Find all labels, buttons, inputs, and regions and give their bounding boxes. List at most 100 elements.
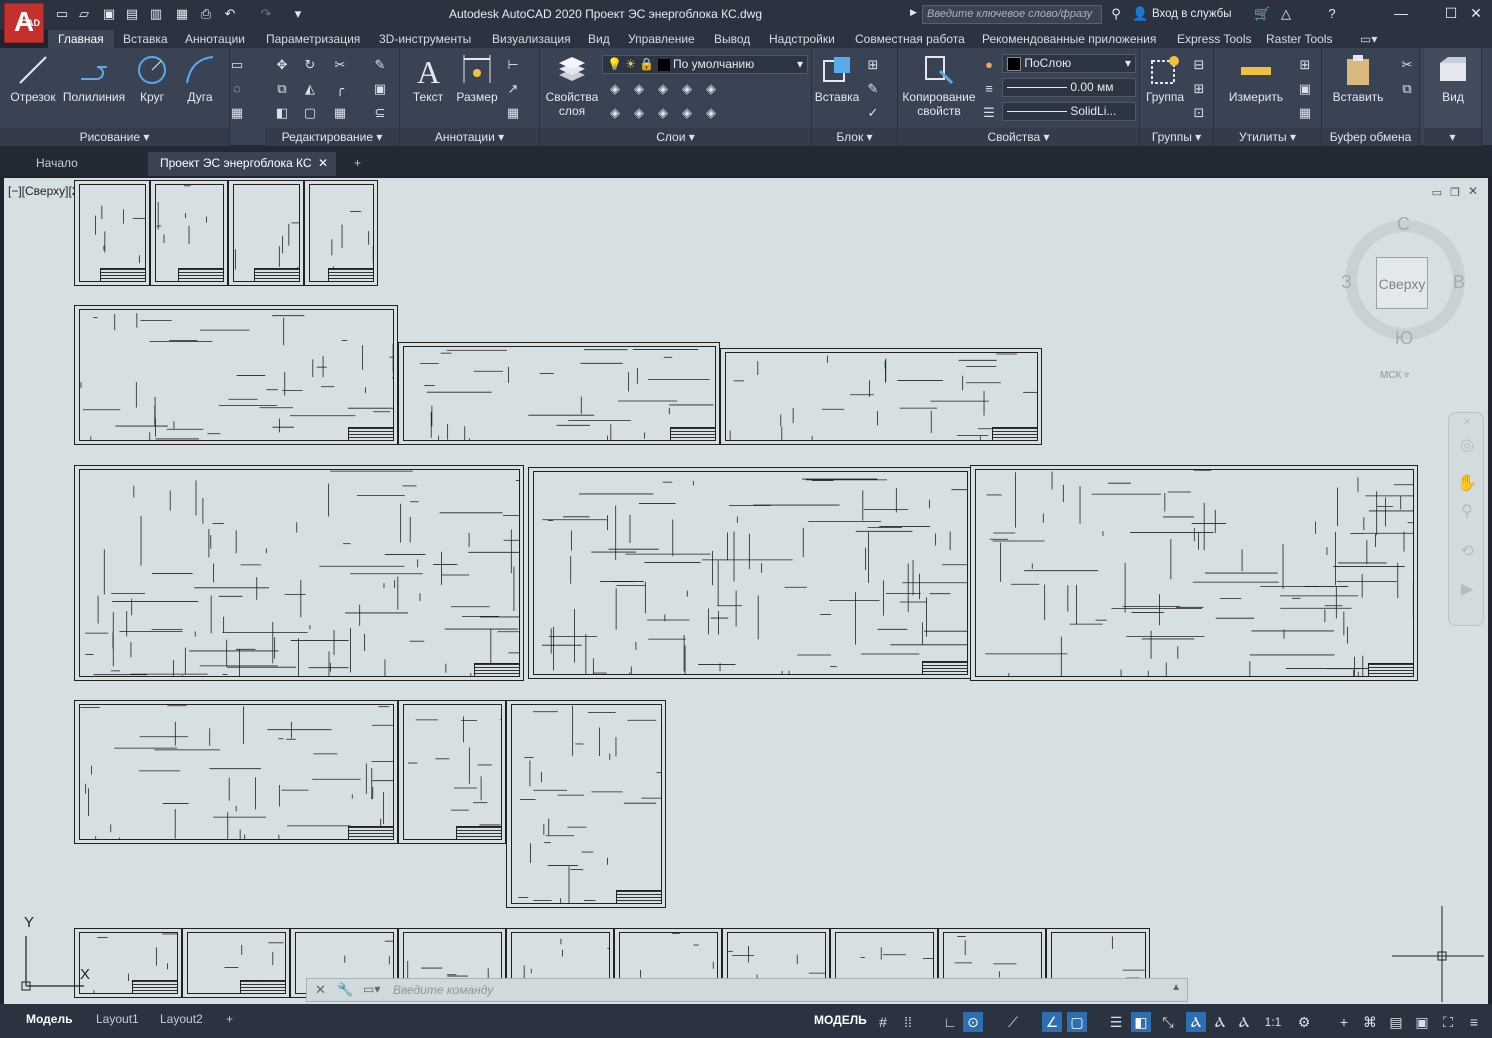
- panel-title-groups[interactable]: Группы ▾: [1140, 128, 1213, 146]
- panel-title-clipboard[interactable]: Буфер обмена: [1322, 128, 1419, 146]
- view-button[interactable]: Вид: [1430, 53, 1476, 104]
- drawing-sheet[interactable]: [970, 465, 1418, 681]
- signin-link[interactable]: Вход в службы: [1152, 8, 1232, 20]
- layer-tool-4-icon[interactable]: ◈: [678, 80, 696, 98]
- tab-start[interactable]: Начало: [24, 152, 90, 176]
- layout-tab-model[interactable]: Модель: [18, 1010, 80, 1028]
- polar-icon[interactable]: ⊙: [963, 1012, 983, 1032]
- drawing-sheet[interactable]: [228, 180, 304, 286]
- open-web-icon[interactable]: ▥: [148, 6, 164, 22]
- line-button[interactable]: Отрезок: [8, 53, 58, 104]
- insert-block-button[interactable]: Вставка: [814, 53, 860, 104]
- arc-button[interactable]: Дуга: [180, 53, 220, 104]
- move-icon[interactable]: ✥: [273, 56, 291, 74]
- layout-tab-2[interactable]: Layout2: [152, 1010, 211, 1028]
- group-select-icon[interactable]: ⊡: [1190, 104, 1208, 122]
- undo-icon[interactable]: ↶: [222, 6, 238, 22]
- color-dropdown[interactable]: ПоСлою ▾: [1002, 54, 1136, 73]
- search-expand-icon[interactable]: ▶: [910, 7, 917, 18]
- layer-dropdown[interactable]: 💡 ☀ 🔒 По умолчанию ▾: [602, 55, 808, 74]
- command-input[interactable]: Введите команду: [393, 983, 493, 997]
- quick-properties-icon[interactable]: ▤: [1386, 1012, 1406, 1032]
- copy-clip-icon[interactable]: ⧉: [1398, 80, 1416, 98]
- quick-select-icon[interactable]: ⊞: [1296, 56, 1314, 74]
- tab-annotate[interactable]: Аннотации: [185, 32, 245, 46]
- orbit-icon[interactable]: ⟲: [1457, 541, 1477, 561]
- wcs-dropdown[interactable]: МСК ▿: [1380, 370, 1424, 386]
- help-icon[interactable]: ?: [1324, 6, 1340, 22]
- binoculars-icon[interactable]: ⚲: [1108, 6, 1124, 22]
- layer-tool-1-icon[interactable]: ◈: [606, 80, 624, 98]
- annotation-scale-value[interactable]: 1:1: [1258, 1012, 1288, 1032]
- panel-title-modify[interactable]: Редактирование ▾: [265, 128, 399, 146]
- measure-button[interactable]: Измерить: [1222, 53, 1290, 104]
- drawing-sheet[interactable]: [74, 305, 398, 445]
- linear-dim-icon[interactable]: ⊢: [504, 56, 522, 74]
- viewcube[interactable]: Сверху С Ю З В: [1335, 210, 1475, 370]
- calculator-icon[interactable]: ▦: [1296, 104, 1314, 122]
- customize-toolbar-icon[interactable]: ▾: [290, 6, 306, 22]
- drawing-sheet[interactable]: [398, 700, 506, 844]
- cmd-customize-icon[interactable]: 🔧: [337, 982, 353, 998]
- leader-icon[interactable]: ↗: [504, 80, 522, 98]
- array-icon[interactable]: ▦: [331, 104, 349, 122]
- drawing-sheet[interactable]: [720, 348, 1042, 445]
- save-web-icon[interactable]: ▦: [174, 6, 190, 22]
- application-menu-button[interactable]: A CAD: [4, 3, 44, 43]
- panel-title-properties[interactable]: Свойства ▾: [898, 128, 1139, 146]
- tab-manage[interactable]: Управление: [628, 32, 695, 46]
- offset-icon[interactable]: ⊆: [371, 104, 389, 122]
- layer-tool-2-icon[interactable]: ◈: [630, 80, 648, 98]
- navbar-close-icon[interactable]: ✕: [1457, 417, 1477, 437]
- cart-icon[interactable]: 🛒: [1254, 6, 1270, 22]
- compass-west[interactable]: З: [1341, 272, 1352, 293]
- cmd-close-icon[interactable]: ✕: [315, 982, 326, 998]
- ortho-icon[interactable]: ∟: [940, 1012, 960, 1032]
- panel-title-layers[interactable]: Слои ▾: [540, 128, 811, 146]
- layer-tool-7-icon[interactable]: ◈: [630, 104, 648, 122]
- hardware-acceleration-icon[interactable]: ▣: [1412, 1012, 1432, 1032]
- drawing-sheet[interactable]: [304, 180, 378, 286]
- new-tab-icon[interactable]: +: [342, 152, 373, 176]
- workspace-gear-icon[interactable]: ⚙: [1294, 1012, 1314, 1032]
- tab-output[interactable]: Вывод: [714, 32, 750, 46]
- layer-properties-button[interactable]: Свойства слоя: [544, 53, 600, 118]
- block-attributes-icon[interactable]: ✓: [864, 104, 882, 122]
- print-icon[interactable]: ⎙: [198, 6, 214, 22]
- viewport-restore-icon[interactable]: ❐: [1450, 186, 1460, 199]
- showmotion-icon[interactable]: ▶: [1457, 579, 1477, 599]
- viewcube-face-top[interactable]: Сверху: [1376, 257, 1428, 309]
- close-tab-icon[interactable]: ✕: [318, 156, 328, 170]
- annotation-visibility-icon[interactable]: Ⲁ: [1186, 1012, 1206, 1032]
- maximize-icon[interactable]: ☐: [1440, 5, 1462, 23]
- tab-drawing[interactable]: Проект ЭС энергоблока КС ✕: [148, 152, 336, 176]
- rotate-icon[interactable]: ↻: [301, 56, 319, 74]
- add-layout-icon[interactable]: +: [218, 1010, 241, 1028]
- compass-east[interactable]: В: [1453, 272, 1465, 293]
- redo-icon[interactable]: ↷: [258, 6, 274, 22]
- osnap-icon[interactable]: ▢: [1067, 1012, 1087, 1032]
- layer-tool-6-icon[interactable]: ◈: [606, 104, 624, 122]
- user-icon[interactable]: 👤: [1132, 6, 1148, 22]
- cut-icon[interactable]: ✂: [1398, 56, 1416, 74]
- open-file-icon[interactable]: ▱: [76, 6, 92, 22]
- clean-screen-icon[interactable]: ⛶: [1438, 1012, 1458, 1032]
- boundary-icon[interactable]: ▦: [228, 104, 246, 122]
- tab-parametric[interactable]: Параметризация: [266, 32, 360, 46]
- lineweight-toggle-icon[interactable]: ☰: [1106, 1012, 1126, 1032]
- layer-tool-5-icon[interactable]: ◈: [702, 80, 720, 98]
- tab-visualize[interactable]: Визуализация: [492, 32, 571, 46]
- lineweight-icon[interactable]: ≡: [980, 80, 998, 98]
- color-wheel-icon[interactable]: ●: [980, 56, 998, 74]
- trim-icon[interactable]: ✂: [331, 56, 349, 74]
- new-file-icon[interactable]: ▭: [54, 6, 70, 22]
- create-block-icon[interactable]: ⊞: [864, 56, 882, 74]
- cmd-history-icon[interactable]: ▲: [1171, 982, 1181, 993]
- rectangle-icon[interactable]: ▭: [228, 56, 246, 74]
- zoom-icon[interactable]: ⚲: [1457, 501, 1477, 521]
- selection-cycling-icon[interactable]: ⤡: [1158, 1012, 1178, 1032]
- paste-button[interactable]: Вставить: [1328, 53, 1388, 104]
- object-track-icon[interactable]: ∠: [1042, 1012, 1062, 1032]
- drawing-sheet[interactable]: [74, 700, 398, 844]
- panel-title-view-expand[interactable]: ▾: [1424, 128, 1481, 146]
